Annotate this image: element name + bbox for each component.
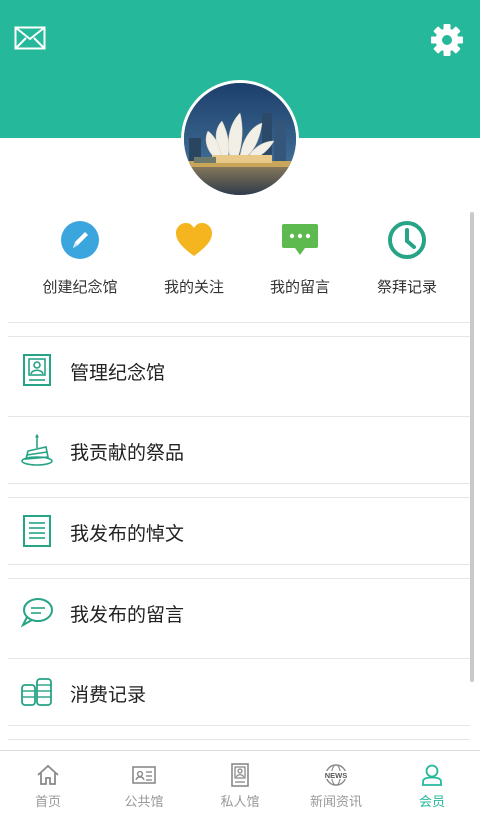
divider (8, 322, 470, 323)
heart-icon (176, 223, 212, 256)
quick-create-memorial[interactable]: 创建纪念馆 (27, 220, 133, 300)
tab-label: 会员 (418, 795, 445, 810)
svg-text:NEWS: NEWS (325, 771, 348, 780)
menu-label: 消费记录 (70, 684, 147, 706)
tab-private-hall[interactable]: 私人馆 (192, 751, 288, 820)
quick-label: 祭拜记录 (376, 278, 437, 296)
quick-label: 我的关注 (163, 278, 224, 296)
tab-home[interactable]: 首页 (0, 751, 96, 820)
memorial-card-icon (23, 354, 51, 386)
profile-photo-image (184, 83, 296, 195)
home-icon (37, 764, 59, 785)
quick-label: 我的留言 (269, 278, 330, 296)
clock-icon (388, 221, 426, 259)
tab-label: 新闻资讯 (309, 795, 362, 810)
edit-icon (61, 221, 99, 259)
menu-my-comments[interactable]: 我发布的留言 (8, 579, 470, 645)
divider (8, 739, 470, 740)
quick-my-messages[interactable]: 我的留言 (247, 220, 353, 300)
menu-my-eulogies[interactable]: 我发布的悼文 (8, 498, 470, 564)
coins-icon (21, 678, 52, 706)
avatar[interactable] (181, 80, 299, 198)
tab-public-hall[interactable]: 公共馆 (96, 751, 192, 820)
chat-icon (282, 224, 318, 255)
menu-label: 我发布的悼文 (70, 523, 185, 545)
divider (8, 483, 470, 484)
scrollbar[interactable] (470, 212, 474, 682)
member-icon (422, 764, 442, 786)
tab-member[interactable]: 会员 (384, 751, 480, 820)
document-icon (23, 515, 51, 547)
menu-my-offerings[interactable]: 我贡献的祭品 (8, 417, 470, 483)
tab-news[interactable]: NEWS 新闻资讯 (288, 751, 384, 820)
menu-label: 我贡献的祭品 (70, 442, 185, 464)
quick-my-follows[interactable]: 我的关注 (141, 220, 247, 300)
cake-offering-icon (21, 434, 53, 466)
divider (8, 725, 470, 726)
tab-label: 私人馆 (220, 795, 260, 810)
private-hall-icon (231, 763, 249, 787)
tab-label: 首页 (34, 795, 61, 810)
menu-spending-records[interactable]: 消费记录 (8, 659, 470, 725)
gear-icon[interactable] (430, 23, 464, 57)
public-hall-icon (132, 766, 156, 784)
bottom-tab-bar: 首页 公共馆 私人馆 NEWS 新闻资讯 会员 (0, 750, 480, 820)
menu-manage-memorial[interactable]: 管理纪念馆 (8, 337, 470, 403)
tab-label: 公共馆 (124, 795, 164, 810)
mail-icon[interactable] (14, 26, 46, 50)
quick-label: 创建纪念馆 (42, 278, 118, 296)
member-page: 创建纪念馆 我的关注 我的留言 祭拜记录 管理纪念馆 我贡献的祭品 我发布的悼文… (0, 0, 480, 820)
divider (8, 564, 470, 565)
comment-icon (20, 598, 53, 628)
news-icon: NEWS (324, 764, 348, 786)
menu-label: 我发布的留言 (70, 604, 185, 626)
menu-label: 管理纪念馆 (70, 362, 166, 384)
quick-worship-records[interactable]: 祭拜记录 (354, 220, 460, 300)
